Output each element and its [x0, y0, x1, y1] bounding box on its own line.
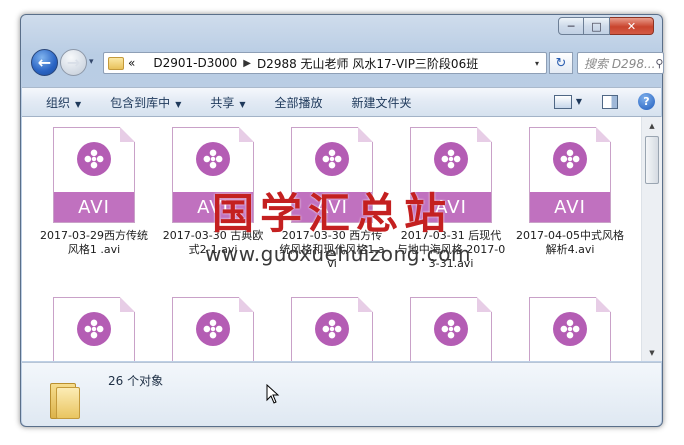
file-type-label: AVI: [54, 192, 134, 222]
file-item[interactable]: [277, 297, 387, 361]
file-item[interactable]: [158, 297, 268, 361]
file-item[interactable]: AVI 2017-04-05中式风格解析4.avi: [515, 127, 625, 257]
file-item[interactable]: [396, 297, 506, 361]
search-icon[interactable]: ⚲: [655, 57, 663, 70]
view-controls: ▼ ?: [553, 93, 655, 110]
avi-file-icon: [529, 297, 611, 361]
include-in-library-menu[interactable]: 包含到库中 ▼: [110, 94, 181, 111]
file-name: 2017-04-05中式风格解析4.avi: [516, 229, 624, 256]
recent-pages-dropdown[interactable]: ▾: [89, 57, 94, 67]
avi-file-icon: AVI: [291, 127, 373, 223]
file-type-label: AVI: [411, 192, 491, 222]
close-button[interactable]: ✕: [610, 17, 654, 35]
address-overflow-chevron[interactable]: «: [128, 56, 135, 70]
file-item[interactable]: [515, 297, 625, 361]
film-reel-icon: [77, 142, 111, 176]
back-button[interactable]: ←: [31, 49, 58, 76]
organize-menu[interactable]: 组织 ▼: [46, 94, 81, 111]
refresh-button[interactable]: ↻: [549, 52, 573, 74]
forward-arrow-icon: →: [66, 53, 81, 72]
play-all-button[interactable]: 全部播放: [275, 94, 323, 111]
avi-file-icon: [291, 297, 373, 361]
file-type-label: AVI: [173, 192, 253, 222]
file-type-label: AVI: [530, 192, 610, 222]
back-arrow-icon: ←: [37, 53, 52, 72]
file-item[interactable]: AVI 2017-03-29西方传统风格1 .avi: [39, 127, 149, 257]
details-pane: 26 个对象: [22, 362, 661, 426]
vertical-scrollbar[interactable]: ▲ ▼: [641, 117, 662, 361]
avi-file-icon: [53, 297, 135, 361]
forward-button[interactable]: →: [60, 49, 87, 76]
address-bar[interactable]: « D2901-D3000 ▶ D2988 无山老师 风水17-VIP三阶段06…: [103, 52, 547, 74]
change-view-icon[interactable]: [553, 94, 572, 109]
file-item[interactable]: AVI 2017-03-31 后现代与地中海风格 2017-03-31.avi: [396, 127, 506, 271]
file-item[interactable]: AVI 2017-03-30 古典欧式2-1.avi: [158, 127, 268, 257]
breadcrumb-item-parent[interactable]: D2901-D3000: [153, 56, 237, 70]
file-list: AVI 2017-03-29西方传统风格1 .avi AVI 2017-03-3…: [22, 117, 641, 361]
explorer-window: ─ □ ✕ ← → ▾ « D2901-D3000 ▶ D2988 无山老师 风…: [20, 14, 664, 427]
search-input[interactable]: 搜索 D298... ⚲: [577, 52, 664, 74]
chevron-down-icon: ▼: [175, 99, 182, 109]
item-count: 26 个对象: [108, 374, 164, 388]
scroll-thumb[interactable]: [645, 136, 659, 184]
file-type-label: AVI: [292, 192, 372, 222]
folder-icon: [108, 56, 124, 70]
film-reel-icon: [315, 312, 349, 346]
film-reel-icon: [315, 142, 349, 176]
scroll-down-button[interactable]: ▼: [642, 344, 662, 361]
title-bar: ─ □ ✕: [21, 15, 662, 43]
avi-file-icon: AVI: [172, 127, 254, 223]
search-placeholder: 搜索 D298...: [584, 56, 656, 71]
include-in-library-label: 包含到库中: [110, 95, 171, 110]
breadcrumb-item-current[interactable]: D2988 无山老师 风水17-VIP三阶段06班: [257, 55, 478, 72]
organize-label: 组织: [46, 95, 71, 110]
film-reel-icon: [77, 312, 111, 346]
refresh-icon: ↻: [555, 55, 567, 71]
file-name: 2017-03-30 西方传统风格和现代风格1.avi: [279, 229, 385, 270]
file-item[interactable]: AVI 2017-03-30 西方传统风格和现代风格1.avi: [277, 127, 387, 271]
new-folder-button[interactable]: 新建文件夹: [352, 94, 412, 111]
caption-buttons: ─ □ ✕: [558, 17, 654, 35]
navigation-bar: ← → ▾ « D2901-D3000 ▶ D2988 无山老师 风水17-VI…: [29, 49, 664, 77]
scroll-up-button[interactable]: ▲: [642, 117, 662, 134]
avi-file-icon: AVI: [53, 127, 135, 223]
address-dropdown-icon[interactable]: ▾: [528, 59, 546, 68]
film-reel-icon: [196, 142, 230, 176]
share-label: 共享: [210, 95, 235, 110]
command-bar: 组织 ▼ 包含到库中 ▼ 共享 ▼ 全部播放 新建文件夹 ▼ ?: [22, 87, 661, 117]
breadcrumb-separator-icon[interactable]: ▶: [243, 58, 251, 69]
help-icon[interactable]: ?: [638, 93, 655, 110]
film-reel-icon: [434, 312, 468, 346]
file-item[interactable]: [39, 297, 149, 361]
maximize-button[interactable]: □: [584, 17, 610, 35]
file-name: 2017-03-31 后现代与地中海风格 2017-03-31.avi: [396, 229, 506, 270]
avi-file-icon: [410, 297, 492, 361]
chevron-down-icon: ▼: [239, 99, 246, 109]
film-reel-icon: [553, 142, 587, 176]
minimize-button[interactable]: ─: [558, 17, 584, 35]
preview-pane-icon[interactable]: [602, 94, 618, 109]
file-name: 2017-03-30 古典欧式2-1.avi: [162, 229, 264, 256]
film-reel-icon: [553, 312, 587, 346]
folder-icon: [50, 379, 80, 419]
file-name: 2017-03-29西方传统风格1 .avi: [40, 229, 148, 256]
avi-file-icon: AVI: [410, 127, 492, 223]
chevron-down-icon: ▼: [75, 99, 82, 109]
film-reel-icon: [196, 312, 230, 346]
share-menu[interactable]: 共享 ▼: [210, 94, 245, 111]
film-reel-icon: [434, 142, 468, 176]
avi-file-icon: [172, 297, 254, 361]
view-options-dropdown[interactable]: ▼: [576, 97, 582, 106]
avi-file-icon: AVI: [529, 127, 611, 223]
